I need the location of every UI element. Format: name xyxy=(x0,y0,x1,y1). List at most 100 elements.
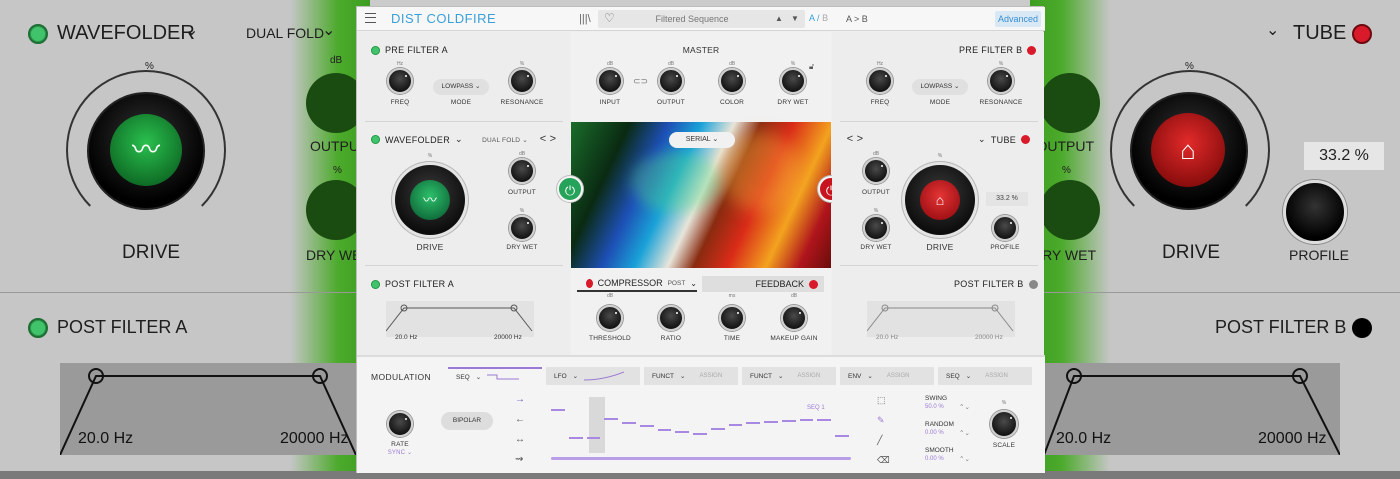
post-filter-a-curve[interactable] xyxy=(386,301,534,337)
post-filter-a-low[interactable]: 20.0 Hz xyxy=(395,334,417,341)
master-output-knob[interactable] xyxy=(658,68,684,94)
sequencer-step[interactable] xyxy=(675,430,690,433)
sequencer-step[interactable] xyxy=(551,409,565,412)
wavefolder-led[interactable] xyxy=(371,135,380,144)
mode-select[interactable]: LOWPASS ⌄ xyxy=(433,79,489,95)
sequencer-step[interactable] xyxy=(639,425,654,427)
wavefolder-title[interactable]: WAVEFOLDER xyxy=(385,135,450,145)
profile-knob[interactable] xyxy=(992,215,1018,241)
freq-knob[interactable] xyxy=(387,68,413,94)
sequencer-step[interactable] xyxy=(586,437,601,440)
copy-a-to-b-button[interactable]: A > B xyxy=(846,14,868,24)
makeup-knob[interactable] xyxy=(781,305,807,331)
tube-nav-icon[interactable]: < > xyxy=(844,133,866,145)
resonance-knob[interactable] xyxy=(509,68,535,94)
pre-filter-b-led[interactable] xyxy=(1027,45,1037,55)
threshold-knob[interactable] xyxy=(597,305,623,331)
tube-drywet-knob[interactable] xyxy=(863,215,889,241)
mod-tab-funct-1[interactable]: FUNCT ⌄ ASSIGN xyxy=(644,367,738,385)
sequencer-step[interactable] xyxy=(799,418,814,421)
library-icon[interactable]: |||\ xyxy=(579,13,591,25)
sequencer-step[interactable] xyxy=(728,424,743,427)
drywet-knob[interactable] xyxy=(509,215,535,241)
link-icon[interactable]: ⊂⊃ xyxy=(633,76,648,87)
sequencer-grid[interactable] xyxy=(549,397,851,453)
color-knob[interactable] xyxy=(719,68,745,94)
lock-icon[interactable]: 🔓︎ xyxy=(809,62,814,72)
sequencer-step[interactable] xyxy=(781,419,796,422)
routing-select[interactable]: SERIAL ⌄ xyxy=(669,132,735,148)
mod-tab-funct-2[interactable]: FUNCT ⌄ ASSIGN xyxy=(742,367,836,385)
ab-a[interactable]: A xyxy=(809,13,815,23)
mod-assign[interactable]: ASSIGN xyxy=(797,373,820,379)
chevron-down-icon[interactable]: ⌄ xyxy=(978,134,986,145)
post-filter-b-low[interactable]: 20.0 Hz xyxy=(876,334,898,341)
sequencer-step[interactable] xyxy=(657,428,672,431)
forward-arrow-icon[interactable]: → xyxy=(515,394,525,405)
drive-knob[interactable]: 〰 xyxy=(395,165,465,235)
ab-b[interactable]: B xyxy=(822,13,828,23)
master-drywet-knob[interactable] xyxy=(780,68,806,94)
pingpong-arrow-icon[interactable]: ↔ xyxy=(515,434,525,445)
preset-name[interactable]: Filtered Sequence xyxy=(627,14,757,24)
feedback-led[interactable] xyxy=(809,279,818,289)
pencil-icon[interactable]: ✎ xyxy=(877,415,885,426)
select-icon[interactable]: ⬚ xyxy=(877,395,886,406)
line-icon[interactable]: ╱ xyxy=(877,435,882,446)
post-filter-b-high[interactable]: 20000 Hz xyxy=(975,334,1003,341)
power-a-icon[interactable]: ⏻ xyxy=(557,176,583,202)
mod-tab-env[interactable]: ENV ⌄ ASSIGN xyxy=(840,367,934,385)
wavefolder-mode[interactable]: DUAL FOLD ⌄ xyxy=(477,136,533,144)
sequencer-step[interactable] xyxy=(710,427,725,430)
tube-output-knob[interactable] xyxy=(863,158,889,184)
backward-arrow-icon[interactable]: ← xyxy=(515,414,525,425)
sequencer-step[interactable] xyxy=(604,417,619,420)
mod-assign[interactable]: ASSIGN xyxy=(699,373,722,379)
time-knob[interactable] xyxy=(719,305,745,331)
input-knob[interactable] xyxy=(597,68,623,94)
swing-value[interactable]: 50.0 % xyxy=(925,404,944,410)
post-filter-b-curve[interactable] xyxy=(867,301,1015,337)
sequencer-step[interactable] xyxy=(693,433,707,436)
post-filter-b-led[interactable] xyxy=(1028,279,1038,289)
swing-stepper-icon[interactable]: ⌃⌄ xyxy=(959,403,970,411)
scale-knob[interactable] xyxy=(990,410,1018,438)
compressor-led[interactable] xyxy=(586,278,593,288)
post-filter-a-high[interactable]: 20000 Hz xyxy=(494,334,522,341)
output-knob[interactable] xyxy=(509,158,535,184)
sync-select[interactable]: SYNC ⌄ xyxy=(382,449,418,456)
sequencer-step[interactable] xyxy=(817,419,832,422)
post-filter-a-led[interactable] xyxy=(371,279,380,289)
sequencer-step[interactable] xyxy=(764,420,778,423)
sequencer-step[interactable] xyxy=(835,434,849,437)
rate-knob[interactable] xyxy=(387,411,413,437)
sequencer-step[interactable] xyxy=(622,421,636,424)
random-value[interactable]: 0.00 % xyxy=(925,430,944,436)
bipolar-button[interactable]: BIPOLAR xyxy=(441,412,493,430)
mod-tab-lfo[interactable]: LFO ⌄ xyxy=(546,367,640,385)
tube-title[interactable]: TUBE xyxy=(991,135,1016,145)
sequencer-step[interactable] xyxy=(746,421,761,424)
chevron-down-icon[interactable]: ⌄ xyxy=(690,279,697,288)
mod-tab-seq[interactable]: SEQ ⌄ xyxy=(448,367,542,385)
smooth-value[interactable]: 0.00 % xyxy=(925,456,944,462)
mode-b-select[interactable]: LOWPASS ⌄ xyxy=(912,79,968,95)
random-arrow-icon[interactable]: ⇝ xyxy=(515,454,523,465)
ratio-knob[interactable] xyxy=(658,305,684,331)
mod-assign[interactable]: ASSIGN xyxy=(985,373,1008,379)
tube-led[interactable] xyxy=(1021,135,1031,144)
sequencer-step[interactable] xyxy=(568,437,583,440)
wavefolder-nav-icon[interactable]: < > xyxy=(537,133,559,145)
chevron-down-icon[interactable]: ⌄ xyxy=(455,134,463,145)
ab-toggle[interactable]: A / B xyxy=(809,13,828,23)
preset-prev-icon[interactable]: ▲ xyxy=(775,14,783,23)
menu-icon[interactable] xyxy=(365,13,376,23)
smooth-stepper-icon[interactable]: ⌃⌄ xyxy=(959,455,970,463)
advanced-button[interactable]: Advanced xyxy=(995,11,1041,27)
mod-tab-seq-2[interactable]: SEQ ⌄ ASSIGN xyxy=(938,367,1032,385)
sequencer-scrollbar[interactable] xyxy=(551,457,851,460)
preset-next-icon[interactable]: ▼ xyxy=(791,14,799,23)
feedback-tab[interactable]: FEEDBACK xyxy=(702,276,824,292)
resonance-b-knob[interactable] xyxy=(988,68,1014,94)
heart-icon[interactable]: ♡ xyxy=(604,11,615,25)
